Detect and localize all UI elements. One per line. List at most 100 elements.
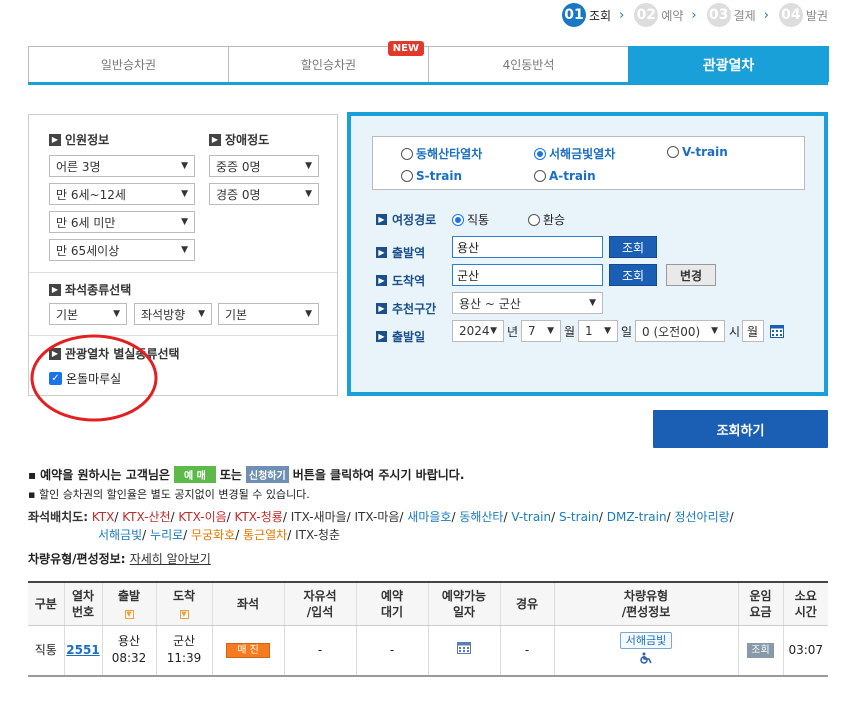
train-option-atrain[interactable]: A-train bbox=[534, 169, 596, 183]
sort-icon[interactable]: ▼ bbox=[180, 610, 189, 619]
seat-layout-link[interactable]: ITX-새마을 bbox=[291, 510, 347, 524]
train-select-box: 동해산타열차 서해금빛열차 V-train S-train A-train bbox=[372, 136, 805, 190]
reserve-tag: 예 매 bbox=[174, 466, 216, 483]
train-option-vtrain-label: V-train bbox=[682, 145, 728, 159]
adult-select[interactable]: 어른 3명▼ bbox=[49, 155, 195, 177]
col-train-no-label: 열차 번호 bbox=[72, 589, 94, 619]
seat-title: ▶ 좌석종류선택 bbox=[49, 281, 131, 298]
seat-layout-link[interactable]: KTX-이음 bbox=[178, 510, 226, 524]
seat-layout-link[interactable]: S-train bbox=[559, 510, 599, 524]
train-option-vtrain[interactable]: V-train bbox=[667, 145, 728, 159]
senior-select[interactable]: 만 65세이상▼ bbox=[49, 239, 195, 261]
col-departure[interactable]: 출발 ▼ bbox=[102, 582, 156, 625]
seat-type-select[interactable]: 기본▼ bbox=[49, 303, 127, 325]
route-transfer-radio[interactable]: 환승 bbox=[528, 211, 565, 228]
swap-stations-button[interactable]: 변경 bbox=[666, 264, 716, 286]
hour-unit: 시 bbox=[729, 323, 740, 340]
arrival-input[interactable]: 군산 bbox=[452, 264, 603, 286]
chevron-down-icon: ▼ bbox=[181, 161, 188, 171]
year-select[interactable]: 2024▼ bbox=[452, 320, 504, 342]
col-available-date: 예약가능 일자 bbox=[428, 582, 500, 625]
step-2-label: 예약 bbox=[661, 7, 683, 24]
seat-layout-link[interactable]: 누리로 bbox=[150, 528, 183, 542]
cell-via: - bbox=[500, 625, 554, 676]
infant-select[interactable]: 만 6세 미만▼ bbox=[49, 211, 195, 233]
tab-tourist-train[interactable]: 관광열차 bbox=[628, 46, 829, 82]
route-direct-radio[interactable]: 직통 bbox=[452, 211, 489, 228]
sold-out-badge: 매 진 bbox=[226, 643, 270, 658]
seat-layout-link[interactable]: 서해금빛 bbox=[98, 528, 142, 542]
highlight-circle bbox=[28, 330, 164, 426]
hour-select[interactable]: 0 (오전00)▼ bbox=[635, 320, 725, 342]
calendar-icon[interactable] bbox=[770, 324, 784, 338]
chevron-down-icon: ▼ bbox=[198, 309, 205, 319]
month-unit: 월 bbox=[564, 323, 575, 340]
step-1: 01 조회 › bbox=[562, 3, 634, 27]
recommend-select[interactable]: 용산 ~ 군산▼ bbox=[452, 292, 603, 314]
radio-icon bbox=[667, 146, 679, 158]
train-option-strain[interactable]: S-train bbox=[401, 169, 462, 183]
play-icon: ▶ bbox=[376, 331, 387, 342]
link-separator: / bbox=[142, 528, 150, 542]
seat-layout-link[interactable]: DMZ-train bbox=[607, 510, 667, 524]
seat-extra-select[interactable]: 기본▼ bbox=[218, 303, 319, 325]
seat-layout-link[interactable]: 통근열차 bbox=[243, 528, 287, 542]
seat-layout-link[interactable]: 새마을호 bbox=[407, 510, 451, 524]
tab-four-person[interactable]: 4인동반석 bbox=[428, 46, 629, 82]
date-label: ▶출발일 bbox=[376, 328, 425, 345]
sort-icon[interactable]: ▼ bbox=[125, 610, 134, 619]
seat-layout-link[interactable]: V-train bbox=[511, 510, 551, 524]
seat-layout-link[interactable]: KTX bbox=[92, 510, 115, 524]
cell-departure: 용산08:32 bbox=[102, 625, 156, 676]
seat-layout-link[interactable]: 무궁화호 bbox=[191, 528, 235, 542]
route-transfer-label: 환승 bbox=[543, 211, 565, 228]
chevron-down-icon: ▼ bbox=[547, 326, 554, 336]
col-arrival[interactable]: 도착 ▼ bbox=[156, 582, 212, 625]
arrival-label-text: 도착역 bbox=[392, 272, 425, 289]
step-3-label: 결제 bbox=[734, 7, 756, 24]
day-select[interactable]: 1▼ bbox=[578, 320, 618, 342]
seat-layout-link[interactable]: KTX-산천 bbox=[122, 510, 170, 524]
chevron-down-icon: ▼ bbox=[181, 189, 188, 199]
play-icon: ▶ bbox=[49, 134, 61, 146]
train-option-seohae[interactable]: 서해금빛열차 bbox=[534, 145, 615, 162]
vehicle-type-badge[interactable]: 서해금빛 bbox=[620, 632, 672, 649]
col-free-seat: 자유석 /입석 bbox=[284, 582, 356, 625]
calendar-icon[interactable] bbox=[457, 642, 471, 654]
seat-layout-link[interactable]: 동해산타 bbox=[459, 510, 503, 524]
seat-layout-link[interactable]: KTX-청룡 bbox=[235, 510, 283, 524]
cell-train-no: 2551 bbox=[64, 625, 102, 676]
month-select[interactable]: 7▼ bbox=[521, 320, 561, 342]
tab-discount[interactable]: 할인승차권 NEW bbox=[228, 46, 429, 82]
vehicle-info-label: 차량유형/편성정보: bbox=[28, 552, 126, 566]
train-option-donghae-label: 동해산타열차 bbox=[416, 145, 482, 162]
fare-inquiry-button[interactable]: 조회 bbox=[747, 643, 773, 658]
step-1-label: 조회 bbox=[589, 7, 611, 24]
train-no-link[interactable]: 2551 bbox=[66, 643, 99, 657]
link-separator: / bbox=[287, 528, 295, 542]
departure-lookup-button[interactable]: 조회 bbox=[609, 236, 657, 258]
col-arrival-label: 도착 bbox=[173, 589, 195, 603]
seat-layout-link[interactable]: 정선아리랑 bbox=[674, 510, 729, 524]
year-unit: 년 bbox=[507, 323, 518, 340]
step-indicator: 01 조회 › 02 예약 › 03 결제 › 04 발권 bbox=[562, 3, 828, 27]
tab-general[interactable]: 일반승차권 bbox=[28, 46, 229, 82]
vehicle-info-link[interactable]: 자세히 알아보기 bbox=[130, 552, 211, 566]
child-select[interactable]: 만 6세~12세▼ bbox=[49, 183, 195, 205]
link-separator: / bbox=[114, 510, 122, 524]
route-label-text: 여정경로 bbox=[392, 211, 436, 228]
seat-layout-link[interactable]: ITX-청춘 bbox=[295, 528, 340, 542]
severe-select[interactable]: 중증 0명▼ bbox=[209, 155, 319, 177]
search-button[interactable]: 조회하기 bbox=[653, 410, 828, 448]
col-waitlist-label: 예약 대기 bbox=[381, 589, 403, 619]
col-departure-label: 출발 bbox=[118, 589, 140, 603]
chevron-down-icon: ▼ bbox=[589, 298, 596, 308]
route-panel: 동해산타열차 서해금빛열차 V-train S-train A-train ▶ 여… bbox=[347, 112, 828, 396]
mild-select[interactable]: 경증 0명▼ bbox=[209, 183, 319, 205]
departure-input[interactable]: 용산 bbox=[452, 236, 603, 258]
seat-direction-select[interactable]: 좌석방향▼ bbox=[134, 303, 212, 325]
arrival-lookup-button[interactable]: 조회 bbox=[609, 264, 657, 286]
train-option-donghae[interactable]: 동해산타열차 bbox=[401, 145, 482, 162]
disability-title: ▶ 장애정도 bbox=[209, 131, 269, 148]
seat-layout-link[interactable]: ITX-마음 bbox=[355, 510, 400, 524]
